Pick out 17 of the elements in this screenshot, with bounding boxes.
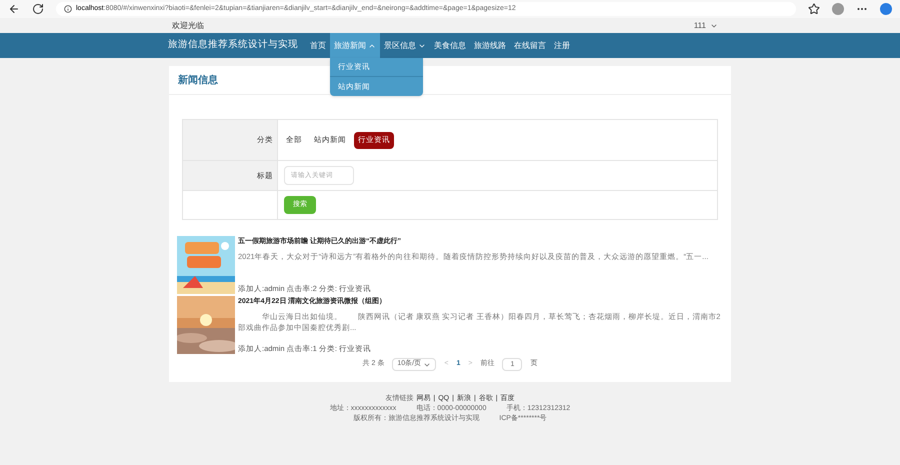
nav-item[interactable]: 旅游线路 (470, 33, 510, 58)
nav-item[interactable]: 景区信息 (380, 33, 430, 58)
favorite-icon[interactable] (808, 3, 820, 15)
welcome-text: 欢迎光临 (172, 20, 204, 32)
nav-item[interactable]: 注册 (550, 33, 574, 58)
browser-logo-icon[interactable] (880, 3, 892, 15)
back-icon[interactable] (8, 3, 20, 15)
user-menu[interactable]: 111 (694, 20, 718, 32)
info-icon (64, 5, 72, 13)
nav-item[interactable]: 美食信息 (430, 33, 470, 58)
nav-item[interactable]: 在线留言 (510, 33, 550, 58)
nav-item[interactable]: 旅游新闻 (330, 33, 380, 58)
site-title: 旅游信息推荐系统设计与实现 (168, 38, 298, 52)
nav-item[interactable]: 首页 (306, 33, 330, 58)
reload-icon[interactable] (32, 3, 44, 15)
profile-avatar[interactable] (832, 3, 844, 15)
section-title: 新闻信息 (178, 73, 218, 88)
